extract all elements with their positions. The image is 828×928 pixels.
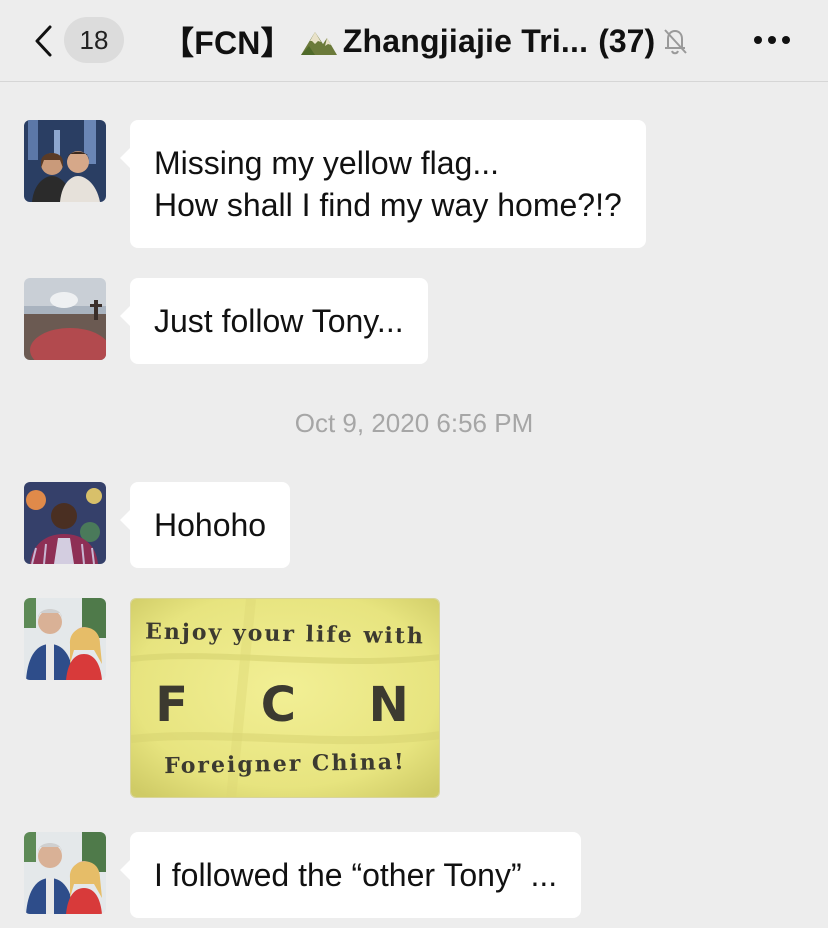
avatar[interactable] — [24, 482, 106, 564]
group-name: Zhangjiajie Tri... — [342, 22, 589, 59]
message-text: How shall I find my way home?!? — [154, 187, 622, 223]
message-bubble[interactable]: I followed the “other Tony” ... — [119, 832, 582, 918]
message-text: I followed the “other Tony” ... — [154, 857, 558, 893]
unread-count-badge: 18 — [64, 17, 124, 63]
message-text: Hohoho — [154, 507, 267, 543]
mountain-emoji-icon — [300, 32, 337, 55]
avatar[interactable] — [24, 598, 106, 680]
more-options-button[interactable] — [744, 22, 804, 58]
member-count: (37) — [598, 22, 656, 59]
chat-timestamp: Oct 9, 2020 6:56 PM — [294, 408, 534, 438]
image-message[interactable]: Enjoy your life with F C N Foreigner Chi… — [130, 598, 440, 798]
back-chevron-icon — [35, 25, 52, 57]
muted-bell-icon — [664, 29, 687, 55]
flag-text: Foreigner China! — [164, 748, 406, 780]
avatar[interactable] — [24, 278, 106, 360]
chat-header: 18 【FCN】 Zhangjiajie Tri... (37) — [0, 0, 828, 82]
flag-text: Enjoy your life with — [144, 618, 426, 650]
flag-text: F C N — [155, 677, 437, 733]
back-button[interactable]: 18 — [24, 14, 134, 68]
avatar[interactable] — [24, 832, 106, 914]
more-dots-icon — [754, 36, 790, 44]
chat-title[interactable]: 【FCN】 Zhangjiajie Tri... (37) — [162, 18, 689, 64]
avatar[interactable] — [24, 120, 106, 202]
message-text: Just follow Tony... — [154, 303, 404, 339]
group-tag: 【FCN】 — [162, 25, 293, 61]
message-bubble[interactable]: Just follow Tony... — [120, 278, 428, 364]
message-text: Missing my yellow flag... — [154, 145, 499, 181]
message-bubble[interactable]: Hohoho — [119, 482, 291, 568]
message-bubble[interactable]: Missing my yellow flag... How shall I fi… — [120, 120, 646, 248]
